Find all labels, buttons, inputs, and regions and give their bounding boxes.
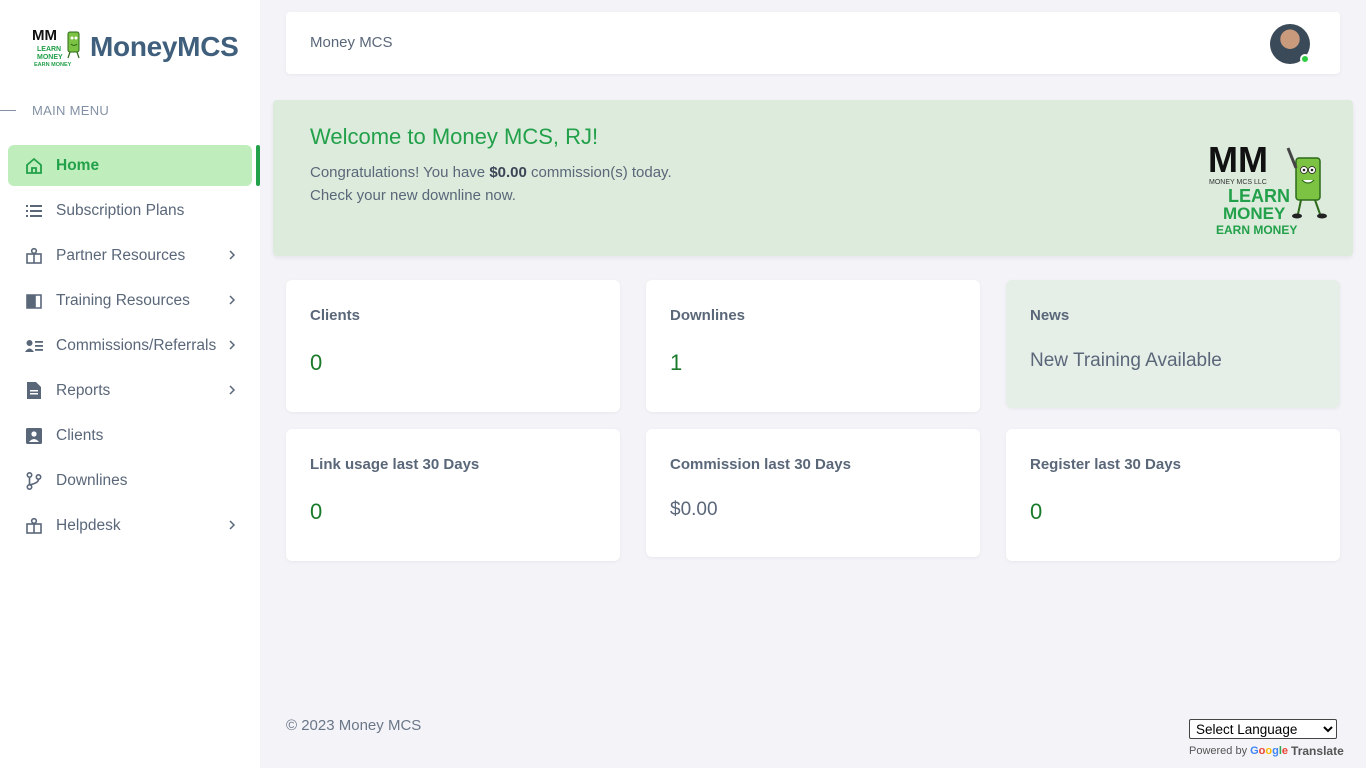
branch-icon [25,471,43,490]
welcome-title: Welcome to Money MCS, RJ! [310,124,599,149]
svg-text:EARN MONEY: EARN MONEY [1216,223,1297,237]
welcome-commission-amount: $0.00 [489,164,527,181]
chevron-right-icon [229,295,236,305]
sidebar-item-label: Downlines [56,471,128,489]
brand[interactable]: MM LEARN MONEY EARN MONEY MoneyMCS [32,26,239,68]
powered-by-google-translate[interactable]: Powered by Google Translate [1189,744,1344,758]
svg-text:MONEY: MONEY [1223,204,1286,223]
sidebar-item-label: Subscription Plans [56,201,185,219]
translate-label: Translate [1291,744,1344,758]
card-value: 1 [670,350,683,375]
menu-title-divider [0,110,16,111]
chevron-right-icon [229,340,236,350]
card-value: 0 [1030,499,1043,524]
welcome-commission-suffix: commission(s) today. [526,164,672,181]
avatar[interactable] [1270,24,1310,64]
svg-text:MONEY MCS LLC: MONEY MCS LLC [1209,179,1267,186]
chevron-right-icon [229,250,236,260]
svg-text:EARN MONEY: EARN MONEY [34,62,72,68]
sidebar: MM LEARN MONEY EARN MONEY MoneyMCS MAIN … [0,0,260,768]
svg-text:LEARN: LEARN [1228,186,1290,206]
link-usage-card[interactable]: Link usage last 30 Days 0 [286,429,620,561]
sidebar-item-home[interactable]: Home [8,145,260,186]
card-label: Link usage last 30 Days [310,456,480,473]
welcome-downline-text: Check your new downline now. [310,187,516,204]
document-icon [25,382,43,400]
google-logo: Google [1250,745,1289,757]
sidebar-item-training-resources[interactable]: Training Resources [8,280,252,321]
sidebar-item-label: Clients [56,426,104,444]
welcome-commission-prefix: Congratulations! You have [310,164,490,181]
card-label: Clients [310,307,361,324]
sidebar-item-commissions-referrals[interactable]: Commissions/Referrals [8,325,252,366]
sidebar-item-label: Commissions/Referrals [56,336,217,354]
sidebar-item-subscription-plans[interactable]: Subscription Plans [8,190,252,231]
sidebar-item-partner-resources[interactable]: Partner Resources [8,235,252,276]
brand-logo: MM LEARN MONEY EARN MONEY [32,27,80,68]
sidebar-item-label: Partner Resources [56,246,186,264]
users-list-icon [25,337,43,355]
card-value: 0 [310,499,323,524]
home-icon [25,157,43,175]
card-label: Downlines [670,307,746,324]
sidebar-item-helpdesk[interactable]: Helpdesk [8,505,252,546]
card-label: Commission last 30 Days [670,456,851,473]
topbar-title: Money MCS [310,34,393,51]
menu-title-label: MAIN MENU [32,103,110,118]
card-value: New Training Available [1030,350,1222,371]
welcome-logo: MM MONEY MCS LLC LEARN MONEY EARN MONEY [1208,140,1327,237]
topbar: Money MCS [286,12,1340,74]
sidebar-item-label: Training Resources [56,291,190,309]
chevron-right-icon [229,520,236,530]
card-value: 0 [310,350,323,375]
contact-icon [25,427,43,445]
welcome-banner: Welcome to Money MCS, RJ! Congratulation… [273,100,1353,256]
sidebar-item-label: Reports [56,381,111,399]
language-select[interactable]: Select Language [1189,719,1337,739]
clients-card[interactable]: Clients 0 [286,280,620,412]
footer-copyright: © 2023 Money MCS [286,717,422,734]
resources-icon [25,247,43,265]
main-nav: Home Subscription Plans Partner Resource… [8,145,260,550]
list-icon [25,202,43,220]
sidebar-item-label: Home [56,156,100,174]
svg-text:LEARN: LEARN [37,46,61,53]
svg-text:MONEY: MONEY [37,54,63,61]
svg-text:MM: MM [32,27,57,44]
sidebar-item-label: Helpdesk [56,516,121,534]
sidebar-item-clients[interactable]: Clients [8,415,252,456]
resources-icon [25,517,43,535]
register-card[interactable]: Register last 30 Days 0 [1006,429,1340,561]
welcome-commission-text: Congratulations! You have $0.00 commissi… [310,164,672,181]
menu-title: MAIN MENU [0,103,109,118]
online-status-dot [1300,54,1310,64]
card-label: Register last 30 Days [1030,456,1181,473]
commission-card[interactable]: Commission last 30 Days $0.00 [646,429,980,557]
svg-text:MM: MM [1208,140,1268,180]
news-card[interactable]: News New Training Available [1006,280,1340,408]
card-value: $0.00 [670,499,718,520]
chevron-right-icon [229,385,236,395]
sidebar-item-reports[interactable]: Reports [8,370,252,411]
sidebar-item-downlines[interactable]: Downlines [8,460,252,501]
card-label: News [1030,307,1070,324]
book-icon [25,292,43,310]
brand-name: MoneyMCS [90,31,239,62]
powered-by-label: Powered by [1189,745,1248,757]
downlines-card[interactable]: Downlines 1 [646,280,980,412]
